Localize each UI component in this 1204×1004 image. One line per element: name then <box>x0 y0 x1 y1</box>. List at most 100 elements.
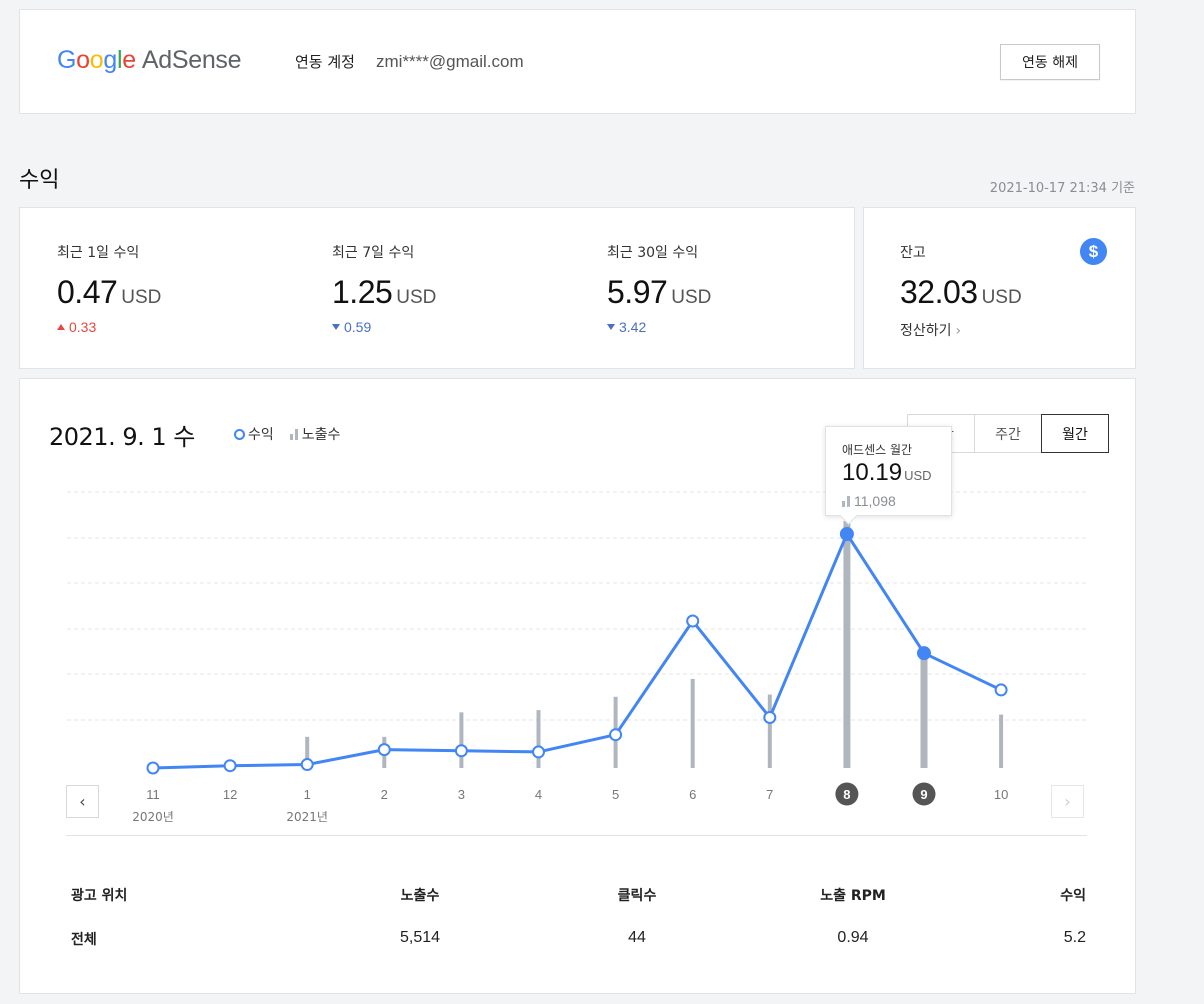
impressions-bar <box>690 678 695 768</box>
impressions-bar <box>536 710 541 768</box>
table-header-impressions: 노출수 <box>400 888 440 904</box>
chart-legend: 수익 노출수 <box>234 424 340 444</box>
dollar-icon: $ <box>1080 238 1107 265</box>
chart-next-button[interactable]: › <box>1051 785 1084 818</box>
tab-weekly[interactable]: 주간 <box>974 414 1042 453</box>
stat-unit: USD <box>396 287 437 308</box>
chevron-right-icon: › <box>1064 792 1071 811</box>
chart-prev-button[interactable]: ‹ <box>66 785 99 818</box>
balance-card: 잔고 32.03 USD $ 정산하기 › <box>863 207 1136 369</box>
x-tick-label: 8 <box>843 787 850 802</box>
stat-unit: USD <box>121 287 162 308</box>
logo-product-name: AdSense <box>141 46 242 74</box>
revenue-summary-card: 최근 1일 수익 0.47 USD 0.33 최근 7일 수익 1.25 USD 0… <box>19 207 855 369</box>
revenue-point <box>377 743 391 757</box>
revenue-point <box>532 745 545 759</box>
table-header-placement: 광고 위치 <box>71 888 128 904</box>
stat-label: 최근 30일 수익 <box>607 245 699 261</box>
balance-value: 32.03 <box>900 274 978 310</box>
revenue-point <box>763 710 777 724</box>
revenue-point <box>686 614 700 628</box>
chevron-right-icon: › <box>955 323 962 339</box>
arrow-up-icon <box>57 324 65 330</box>
revenue-point <box>917 646 931 661</box>
stat-value: 0.47 <box>57 274 118 310</box>
balance-unit: USD <box>981 287 1022 308</box>
legend-impressions: 노출수 <box>301 427 341 443</box>
tooltip-unit: USD <box>904 468 932 483</box>
stat-label: 최근 1일 수익 <box>57 245 140 261</box>
x-tick-label: 12 <box>223 787 237 802</box>
revenue-point <box>223 759 237 773</box>
arrow-down-icon <box>332 324 340 330</box>
table-cell-clicks: 44 <box>628 929 646 946</box>
balance-stat: 잔고 32.03 USD <box>900 242 1022 311</box>
stat-1day: 최근 1일 수익 0.47 USD 0.33 <box>57 242 161 335</box>
revenue-point <box>146 761 160 775</box>
year-label: 2021년 <box>286 810 328 824</box>
section-title: 수익 <box>19 168 60 193</box>
as-of-timestamp: 2021-10-17 21:34 기준 <box>989 181 1135 196</box>
revenue-line <box>152 532 1002 770</box>
table-cell-impressions: 5,514 <box>399 929 441 946</box>
impressions-bar <box>843 521 851 768</box>
stat-delta-value: 0.59 <box>344 319 372 335</box>
impressions-bar <box>459 712 464 768</box>
logo-letter: G <box>57 46 77 74</box>
arrow-down-icon <box>607 324 615 330</box>
stat-delta-value: 3.42 <box>619 319 647 335</box>
chart-card: 11 12 1 2 3 4 5 6 7 8 9 10 2020년 2021년 2021. 9. 1 수 수… <box>19 378 1136 994</box>
impressions-bar <box>920 658 928 768</box>
table-cell-revenue: 5.2 <box>1063 929 1086 946</box>
x-tick-label: 2 <box>381 787 388 802</box>
x-tick-label: 11 <box>146 787 160 802</box>
revenue-point <box>454 744 468 758</box>
x-tick-label: 3 <box>458 787 465 802</box>
logo-letter: e <box>122 46 136 74</box>
linked-account-label: 연동 계정 <box>295 53 355 71</box>
table-cell-rpm: 0.94 <box>837 929 869 946</box>
disconnect-button[interactable]: 연동 해제 <box>1000 44 1100 80</box>
x-tick-label: 4 <box>535 787 542 802</box>
stat-value: 5.97 <box>607 274 668 310</box>
settle-link-label: 정산하기 <box>900 323 952 339</box>
stat-delta-value: 0.33 <box>69 319 97 335</box>
revenue-point <box>994 683 1008 697</box>
stat-unit: USD <box>671 287 712 308</box>
x-tick-label: 7 <box>766 787 773 802</box>
logo-letter: g <box>103 46 117 74</box>
x-tick-label: 1 <box>304 787 311 802</box>
impressions-legend-icon <box>289 429 299 440</box>
x-tick-label: 10 <box>994 787 1008 802</box>
tab-monthly[interactable]: 월간 <box>1041 414 1109 453</box>
stat-delta: 3.42 <box>607 319 711 335</box>
impressions-bar <box>767 694 772 768</box>
x-tick-label: 9 <box>920 787 927 802</box>
stat-delta: 0.33 <box>57 319 161 335</box>
impressions-icon <box>842 496 851 507</box>
chevron-left-icon: ‹ <box>79 792 86 811</box>
logo-letter: o <box>76 46 90 74</box>
chart-date: 2021. 9. 1 수 <box>49 423 195 451</box>
x-tick-label: 5 <box>612 787 619 802</box>
table-header-clicks: 클릭수 <box>617 888 657 904</box>
legend-revenue: 수익 <box>248 427 274 443</box>
revenue-point <box>300 758 314 772</box>
stat-delta: 0.59 <box>332 319 436 335</box>
logo-letter: o <box>89 46 104 74</box>
impressions-bar <box>999 714 1004 768</box>
stat-label: 최근 7일 수익 <box>332 245 415 261</box>
settle-link[interactable]: 정산하기 › <box>900 320 961 340</box>
linked-account-email: zmi****@gmail.com <box>376 52 524 71</box>
account-header: Google AdSense 연동 계정 zmi****@gmail.com 연동… <box>19 9 1136 114</box>
divider <box>66 835 1087 836</box>
stat-30day: 최근 30일 수익 5.97 USD 3.42 <box>607 242 711 335</box>
year-label: 2020년 <box>132 810 174 824</box>
revenue-legend-icon <box>234 429 245 440</box>
tooltip-title: 애드센스 월간 <box>842 443 913 457</box>
stat-7day: 최근 7일 수익 1.25 USD 0.59 <box>332 242 436 335</box>
table-header-rpm: 노출 RPM <box>820 888 886 904</box>
chart-tooltip: 애드센스 월간 10.19 USD 11,098 <box>825 426 952 516</box>
x-tick-label: 6 <box>689 787 696 802</box>
google-adsense-logo: Google AdSense <box>57 46 242 75</box>
